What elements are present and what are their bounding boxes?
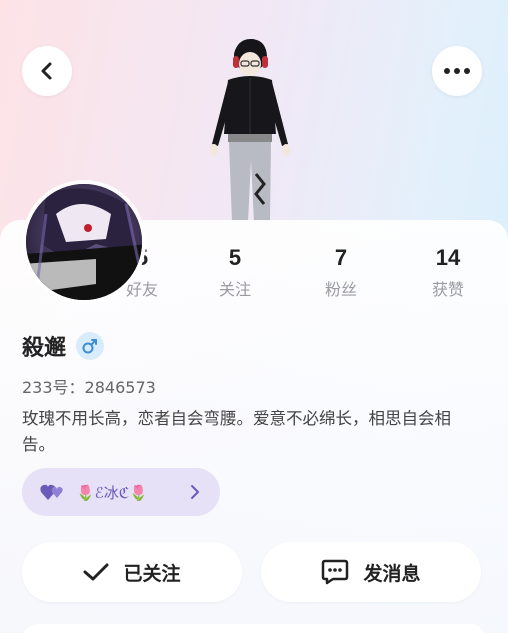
- chevron-left-icon: [41, 62, 52, 80]
- avatar[interactable]: [22, 180, 146, 304]
- male-icon: [82, 339, 98, 354]
- stat-label: 关注: [218, 280, 251, 299]
- user-bio: 玫瑰不用长高，恋者自会弯腰。爱意不必绵长，相思自会相告。: [22, 409, 451, 454]
- followed-label: 已关注: [123, 562, 181, 585]
- relationship-tag[interactable]: 🌷ℰ冰ℭ🌷: [22, 468, 220, 516]
- back-button[interactable]: [22, 46, 72, 96]
- user-id: 233号：2846573: [22, 378, 156, 397]
- name-row: 殺邂: [22, 330, 105, 362]
- stat-likes[interactable]: 14 获赞: [408, 244, 488, 300]
- more-button[interactable]: [432, 46, 482, 96]
- stat-value: 5: [228, 245, 242, 270]
- send-message-button[interactable]: 发消息: [261, 542, 481, 602]
- check-icon: [83, 563, 109, 581]
- tag-label: 🌷ℰ冰ℭ🌷: [76, 483, 148, 502]
- stat-label: 获赞: [431, 280, 464, 299]
- stat-value: 7: [334, 245, 348, 270]
- stat-value: 14: [435, 245, 461, 270]
- stat-followers[interactable]: 7 粉丝: [301, 244, 381, 300]
- stat-label: 粉丝: [324, 280, 357, 299]
- more-horizontal-icon: [444, 68, 470, 74]
- content-section: [22, 624, 486, 633]
- message-label: 发消息: [363, 562, 421, 585]
- chevron-right-icon: [191, 485, 199, 499]
- message-bubble-icon: [322, 559, 349, 585]
- stat-following[interactable]: 5 关注: [195, 244, 275, 300]
- 3d-avatar-figure[interactable]: [198, 34, 298, 224]
- gender-badge: [76, 332, 105, 360]
- username: 殺邂: [22, 336, 67, 361]
- heart-pair-icon: [40, 484, 63, 500]
- followed-button[interactable]: 已关注: [22, 542, 242, 602]
